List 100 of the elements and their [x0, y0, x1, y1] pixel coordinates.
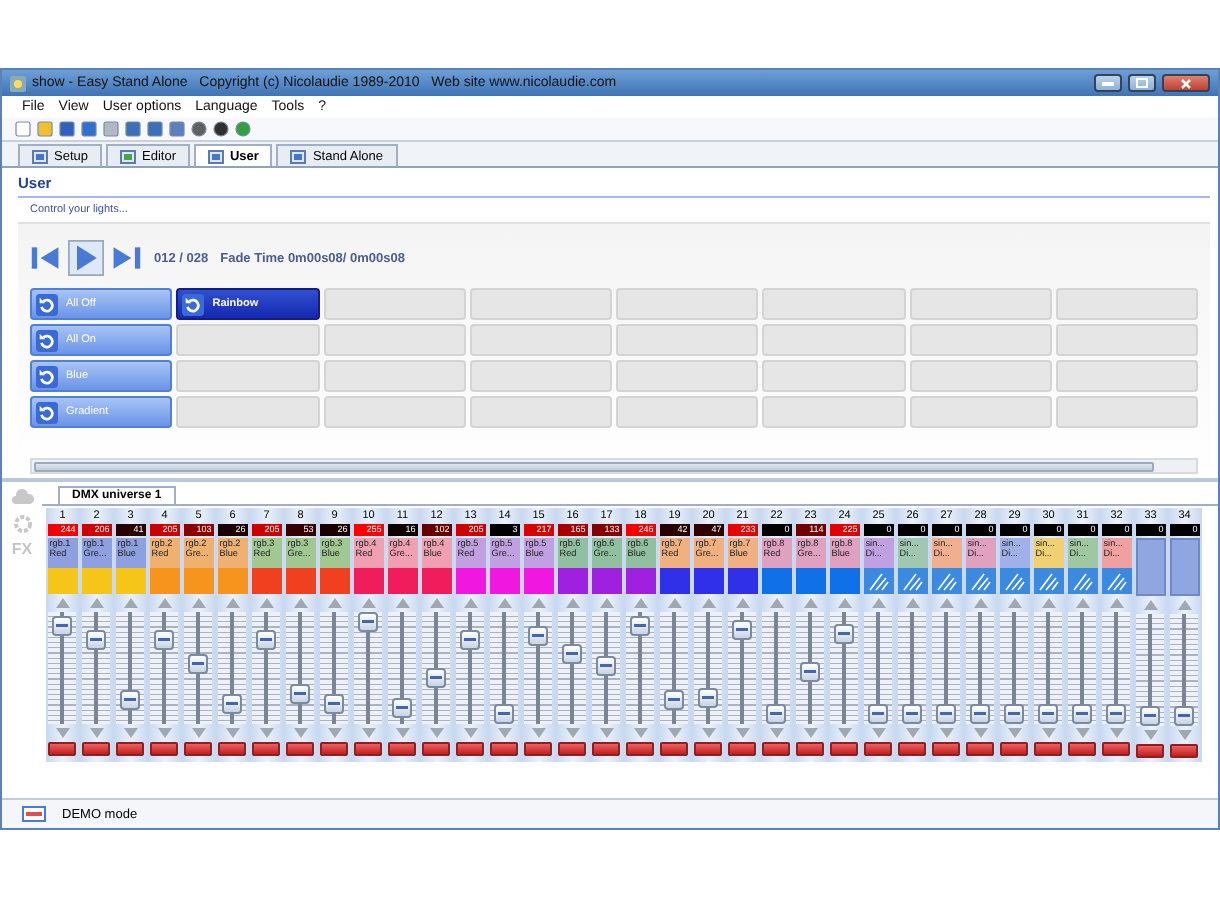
fader-thumb[interactable]: [800, 662, 821, 683]
flash-button[interactable]: [286, 742, 315, 756]
up-arrow-icon[interactable]: [89, 598, 104, 608]
fader-thumb[interactable]: [1038, 704, 1059, 724]
scrollbar[interactable]: [30, 458, 1198, 474]
flash-button[interactable]: [218, 742, 247, 756]
fader-thumb[interactable]: [1072, 704, 1093, 724]
flash-button[interactable]: [864, 742, 893, 756]
fader-thumb[interactable]: [290, 684, 311, 705]
flash-button[interactable]: [150, 742, 179, 756]
fader-thumb[interactable]: [324, 694, 345, 715]
up-arrow-icon[interactable]: [803, 598, 818, 608]
fader-thumb[interactable]: [188, 653, 209, 674]
fader-thumb[interactable]: [256, 630, 277, 651]
minimize-button[interactable]: [1094, 74, 1122, 92]
fader-thumb[interactable]: [460, 630, 481, 651]
up-arrow-icon[interactable]: [395, 598, 410, 608]
play-button[interactable]: [66, 240, 106, 276]
flash-button[interactable]: [558, 742, 587, 756]
up-arrow-icon[interactable]: [939, 598, 954, 608]
fader-thumb[interactable]: [222, 694, 243, 715]
up-arrow-icon[interactable]: [905, 598, 920, 608]
fader-thumb[interactable]: [1140, 706, 1161, 726]
up-arrow-icon[interactable]: [463, 598, 478, 608]
fader-thumb[interactable]: [426, 667, 447, 688]
flash-button[interactable]: [388, 742, 417, 756]
flash-button[interactable]: [966, 742, 995, 756]
flash-button[interactable]: [694, 742, 723, 756]
flash-button[interactable]: [252, 742, 281, 756]
fader-thumb[interactable]: [1174, 706, 1195, 726]
flash-button[interactable]: [728, 742, 757, 756]
flash-button[interactable]: [1170, 744, 1199, 758]
fader-thumb[interactable]: [732, 620, 753, 641]
fader-thumb[interactable]: [936, 704, 957, 724]
maximize-button[interactable]: [1128, 74, 1156, 92]
up-arrow-icon[interactable]: [1075, 598, 1090, 608]
up-arrow-icon[interactable]: [225, 598, 240, 608]
flash-button[interactable]: [320, 742, 349, 756]
flash-button[interactable]: [184, 742, 213, 756]
up-arrow-icon[interactable]: [55, 598, 70, 608]
up-arrow-icon[interactable]: [123, 598, 138, 608]
flash-button[interactable]: [1136, 744, 1165, 758]
fader-thumb[interactable]: [562, 644, 583, 665]
fader-thumb[interactable]: [1004, 704, 1025, 724]
fader-thumb[interactable]: [1106, 704, 1127, 724]
fader-thumb[interactable]: [528, 625, 549, 646]
up-arrow-icon[interactable]: [1177, 600, 1192, 610]
up-arrow-icon[interactable]: [1143, 600, 1158, 610]
fader-thumb[interactable]: [698, 687, 719, 708]
flash-button[interactable]: [524, 742, 553, 756]
flash-button[interactable]: [490, 742, 519, 756]
flash-button[interactable]: [592, 742, 621, 756]
flash-button[interactable]: [1068, 742, 1097, 756]
flash-button[interactable]: [830, 742, 859, 756]
up-arrow-icon[interactable]: [565, 598, 580, 608]
flash-button[interactable]: [932, 742, 961, 756]
flash-button[interactable]: [116, 742, 145, 756]
flash-button[interactable]: [1034, 742, 1063, 756]
up-arrow-icon[interactable]: [599, 598, 614, 608]
fader-thumb[interactable]: [52, 615, 73, 636]
fader-thumb[interactable]: [86, 629, 107, 650]
flash-button[interactable]: [48, 742, 77, 756]
up-arrow-icon[interactable]: [1041, 598, 1056, 608]
up-arrow-icon[interactable]: [1109, 598, 1124, 608]
up-arrow-icon[interactable]: [191, 598, 206, 608]
up-arrow-icon[interactable]: [531, 598, 546, 608]
up-arrow-icon[interactable]: [429, 598, 444, 608]
up-arrow-icon[interactable]: [293, 598, 308, 608]
up-arrow-icon[interactable]: [701, 598, 716, 608]
close-button[interactable]: [1162, 74, 1210, 92]
up-arrow-icon[interactable]: [1007, 598, 1022, 608]
flash-button[interactable]: [762, 742, 791, 756]
fader-thumb[interactable]: [902, 704, 923, 724]
flash-button[interactable]: [660, 742, 689, 756]
fader-thumb[interactable]: [664, 689, 685, 710]
up-arrow-icon[interactable]: [361, 598, 376, 608]
fader-thumb[interactable]: [358, 612, 379, 632]
flash-button[interactable]: [354, 742, 383, 756]
fader-thumb[interactable]: [392, 698, 413, 719]
fader-thumb[interactable]: [120, 689, 141, 710]
flash-button[interactable]: [898, 742, 927, 756]
fader-thumb[interactable]: [868, 704, 889, 724]
up-arrow-icon[interactable]: [769, 598, 784, 608]
flash-button[interactable]: [422, 742, 451, 756]
up-arrow-icon[interactable]: [327, 598, 342, 608]
flash-button[interactable]: [82, 742, 111, 756]
up-arrow-icon[interactable]: [871, 598, 886, 608]
fader-thumb[interactable]: [596, 656, 617, 677]
up-arrow-icon[interactable]: [157, 598, 172, 608]
flash-button[interactable]: [1000, 742, 1029, 756]
flash-button[interactable]: [626, 742, 655, 756]
fader-thumb[interactable]: [970, 704, 991, 724]
fader-thumb[interactable]: [154, 630, 175, 651]
up-arrow-icon[interactable]: [259, 598, 274, 608]
up-arrow-icon[interactable]: [735, 598, 750, 608]
up-arrow-icon[interactable]: [667, 598, 682, 608]
fader-thumb[interactable]: [494, 703, 515, 724]
up-arrow-icon[interactable]: [837, 598, 852, 608]
fader-thumb[interactable]: [834, 623, 855, 644]
up-arrow-icon[interactable]: [633, 598, 648, 608]
